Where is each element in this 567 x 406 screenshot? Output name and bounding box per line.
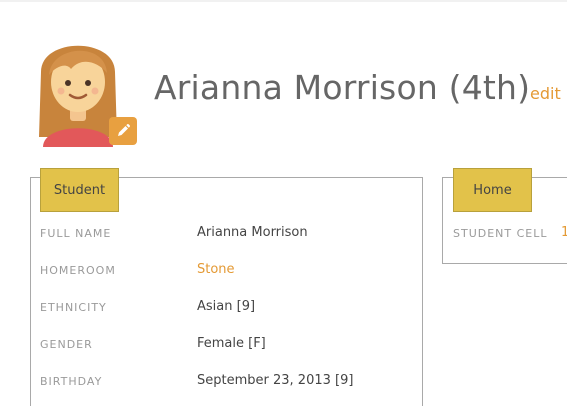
birthday-label: BIRTHDAY [40, 375, 103, 388]
full-name-value: Arianna Morrison [197, 225, 308, 240]
gender-value: Female [F] [197, 336, 266, 351]
gender-label: GENDER [40, 338, 93, 351]
student-cell-value[interactable]: 1 [561, 225, 567, 241]
student-panel-tab: Student [40, 168, 119, 212]
ethnicity-label: ETHNICITY [40, 301, 107, 314]
edit-link[interactable]: edit [530, 84, 561, 104]
homeroom-label: HOMEROOM [40, 264, 116, 277]
student-profile-page: Arianna Morrison (4th) edit Student FULL… [0, 0, 567, 406]
pencil-icon [118, 124, 130, 136]
homeroom-link[interactable]: Stone [197, 262, 235, 278]
birthday-value: September 23, 2013 [9] [197, 373, 354, 388]
top-divider [0, 0, 567, 2]
student-cell-label: STUDENT CELL [453, 227, 548, 240]
full-name-label: FULL NAME [40, 227, 112, 240]
home-panel-tab: Home [453, 168, 532, 212]
student-name-heading: Arianna Morrison (4th) [154, 68, 531, 107]
edit-photo-button[interactable] [109, 117, 137, 145]
ethnicity-value: Asian [9] [197, 299, 256, 314]
